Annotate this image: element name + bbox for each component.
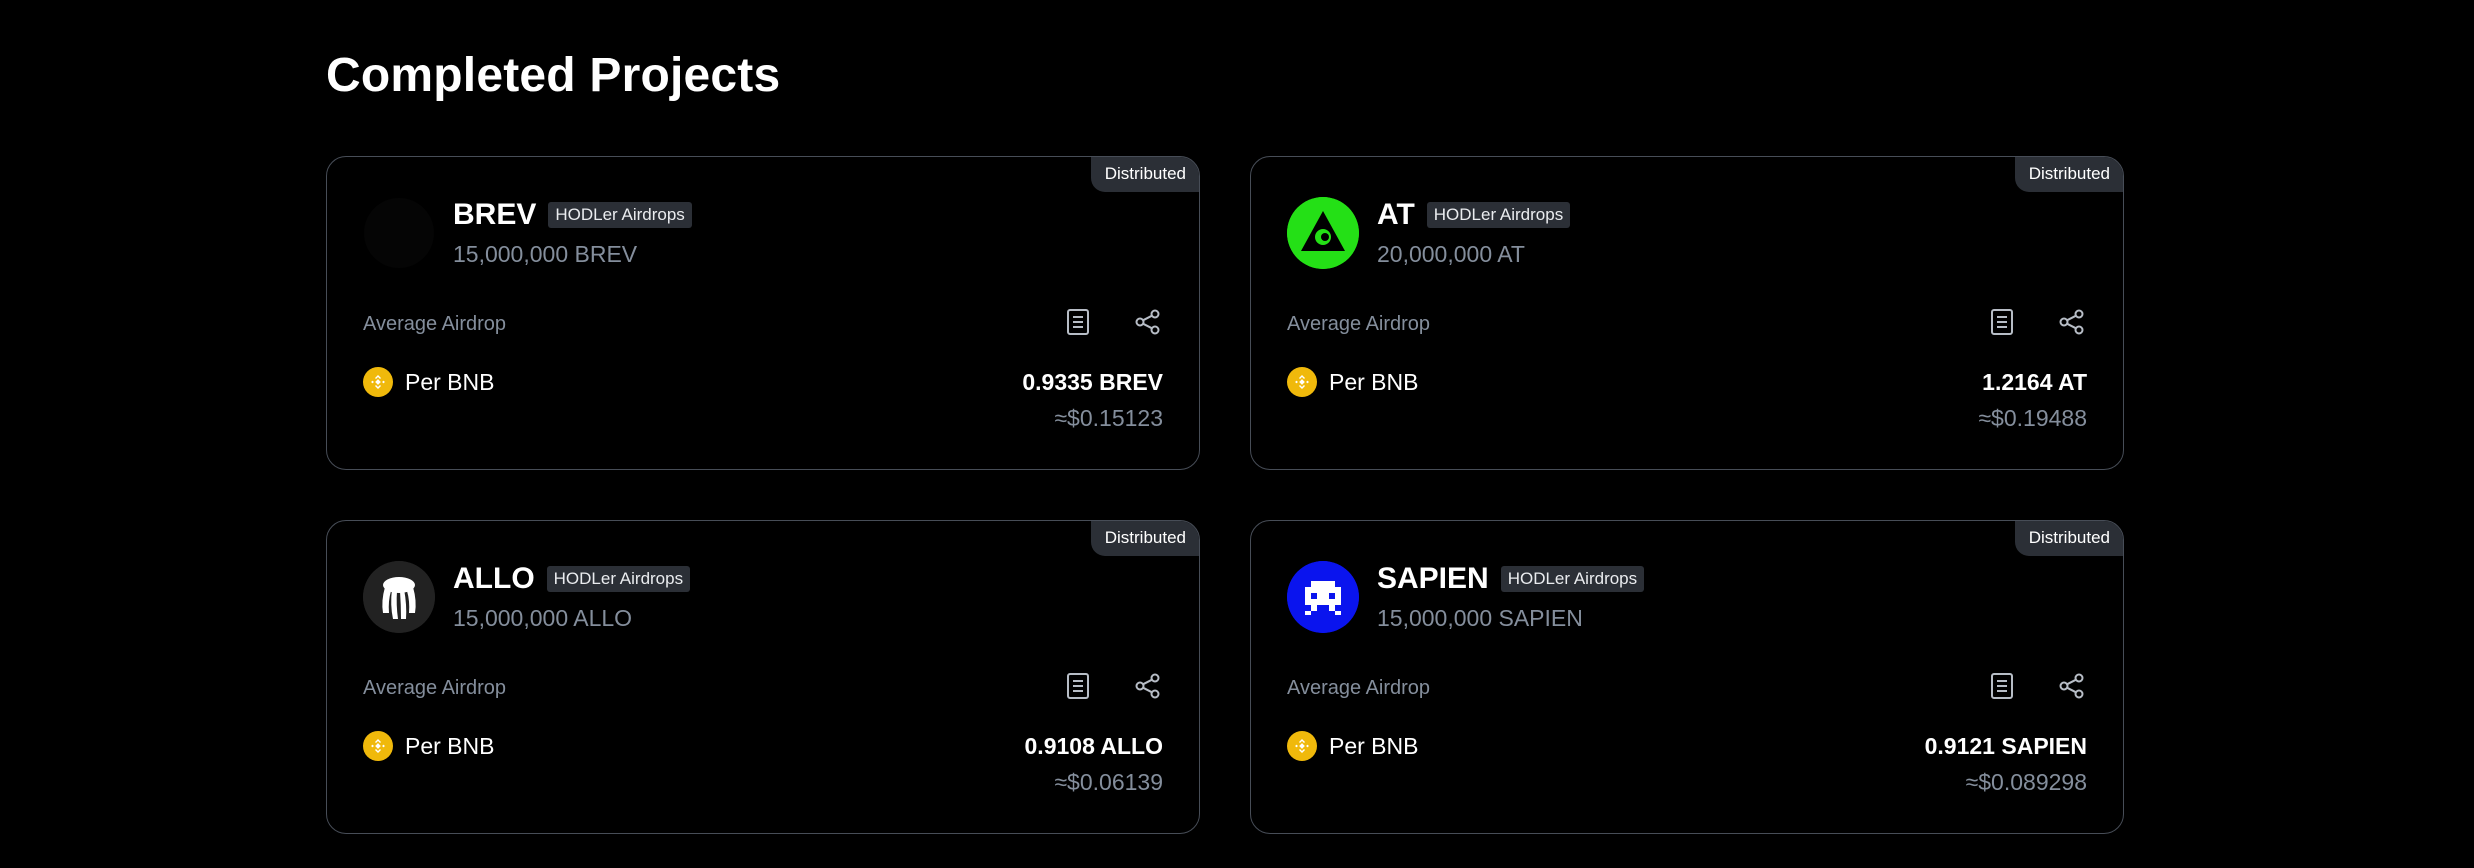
airdrop-usd-value: ≈$0.089298: [1965, 769, 2087, 795]
status-badge: Distributed: [2014, 521, 2123, 556]
document-icon[interactable]: [1987, 307, 2017, 337]
card-actions: [1987, 307, 2087, 337]
token-header: SAPIEN HODLer Airdrops: [1377, 561, 1645, 597]
airdrop-amount: 0.9121 SAPIEN: [1924, 733, 2087, 759]
hodler-airdrops-tag: HODLer Airdrops: [1500, 566, 1645, 592]
status-badge: Distributed: [1090, 521, 1199, 556]
allo-logo-icon: [363, 561, 435, 633]
per-bnb-label: Per BNB: [1329, 733, 1419, 759]
document-icon[interactable]: [1063, 307, 1093, 337]
card-actions: [1063, 307, 1163, 337]
bnb-icon: [1287, 367, 1317, 397]
airdrop-usd-value: ≈$0.19488: [1978, 405, 2087, 431]
token-name: BREV: [453, 198, 537, 231]
airdrop-values: 1.2164 AT ≈$0.19488: [1978, 367, 2087, 433]
project-card-brev[interactable]: Distributed BREV HODLer Airdrops 15,000,…: [326, 156, 1200, 470]
token-name: SAPIEN: [1377, 562, 1489, 595]
projects-grid: Distributed BREV HODLer Airdrops 15,000,…: [326, 156, 2126, 834]
at-logo-icon: [1287, 197, 1359, 269]
airdrop-values: 0.9335 BREV ≈$0.15123: [1022, 367, 1163, 433]
airdrop-amount: 1.2164 AT: [1982, 369, 2087, 395]
document-icon[interactable]: [1063, 671, 1093, 701]
bnb-icon: [363, 367, 393, 397]
status-badge: Distributed: [2014, 157, 2123, 192]
airdrop-values: 0.9108 ALLO ≈$0.06139: [1025, 731, 1163, 797]
airdrop-amount: 0.9108 ALLO: [1024, 733, 1163, 759]
hodler-airdrops-tag: HODLer Airdrops: [1426, 202, 1571, 228]
brev-logo-icon: [363, 197, 435, 269]
share-icon[interactable]: [2057, 307, 2087, 337]
page-title: Completed Projects: [326, 49, 781, 102]
project-card-sapien[interactable]: Distributed SAPIEN HODLer Airdrops 15,00…: [1250, 520, 2124, 834]
per-bnb-row: Per BNB: [1287, 731, 1418, 761]
per-bnb-label: Per BNB: [1329, 369, 1419, 395]
per-bnb-row: Per BNB: [363, 367, 494, 397]
project-card-allo[interactable]: Distributed ALLO HODLer Airdrops 15,000,…: [326, 520, 1200, 834]
per-bnb-row: Per BNB: [1287, 367, 1418, 397]
airdrop-values: 0.9121 SAPIEN ≈$0.089298: [1925, 731, 2087, 797]
token-supply: 15,000,000 SAPIEN: [1377, 605, 1583, 631]
token-supply: 15,000,000 ALLO: [453, 605, 633, 631]
share-icon[interactable]: [1133, 307, 1163, 337]
hodler-airdrops-tag: HODLer Airdrops: [548, 202, 692, 228]
token-header: ALLO HODLer Airdrops: [453, 561, 691, 597]
status-badge: Distributed: [1090, 157, 1199, 192]
sapien-logo-icon: [1287, 561, 1359, 633]
token-name: ALLO: [453, 562, 535, 595]
average-airdrop-label: Average Airdrop: [1287, 313, 1431, 335]
card-actions: [1987, 671, 2087, 701]
per-bnb-label: Per BNB: [405, 733, 495, 759]
average-airdrop-label: Average Airdrop: [363, 677, 507, 699]
per-bnb-label: Per BNB: [405, 369, 495, 395]
airdrop-usd-value: ≈$0.06139: [1054, 769, 1163, 795]
average-airdrop-label: Average Airdrop: [1287, 677, 1431, 699]
token-name: AT: [1377, 198, 1415, 231]
project-card-at[interactable]: Distributed AT HODLer Airdrops 20,000,00…: [1250, 156, 2124, 470]
average-airdrop-label: Average Airdrop: [363, 313, 507, 335]
per-bnb-row: Per BNB: [363, 731, 494, 761]
share-icon[interactable]: [2057, 671, 2087, 701]
token-supply: 20,000,000 AT: [1377, 241, 1525, 267]
document-icon[interactable]: [1987, 671, 2017, 701]
airdrop-usd-value: ≈$0.15123: [1054, 405, 1163, 431]
bnb-icon: [363, 731, 393, 761]
share-icon[interactable]: [1133, 671, 1163, 701]
token-header: BREV HODLer Airdrops: [453, 197, 692, 233]
airdrop-amount: 0.9335 BREV: [1022, 369, 1163, 395]
token-header: AT HODLer Airdrops: [1377, 197, 1571, 233]
bnb-icon: [1287, 731, 1317, 761]
card-actions: [1063, 671, 1163, 701]
hodler-airdrops-tag: HODLer Airdrops: [546, 566, 691, 592]
token-supply: 15,000,000 BREV: [453, 241, 638, 267]
